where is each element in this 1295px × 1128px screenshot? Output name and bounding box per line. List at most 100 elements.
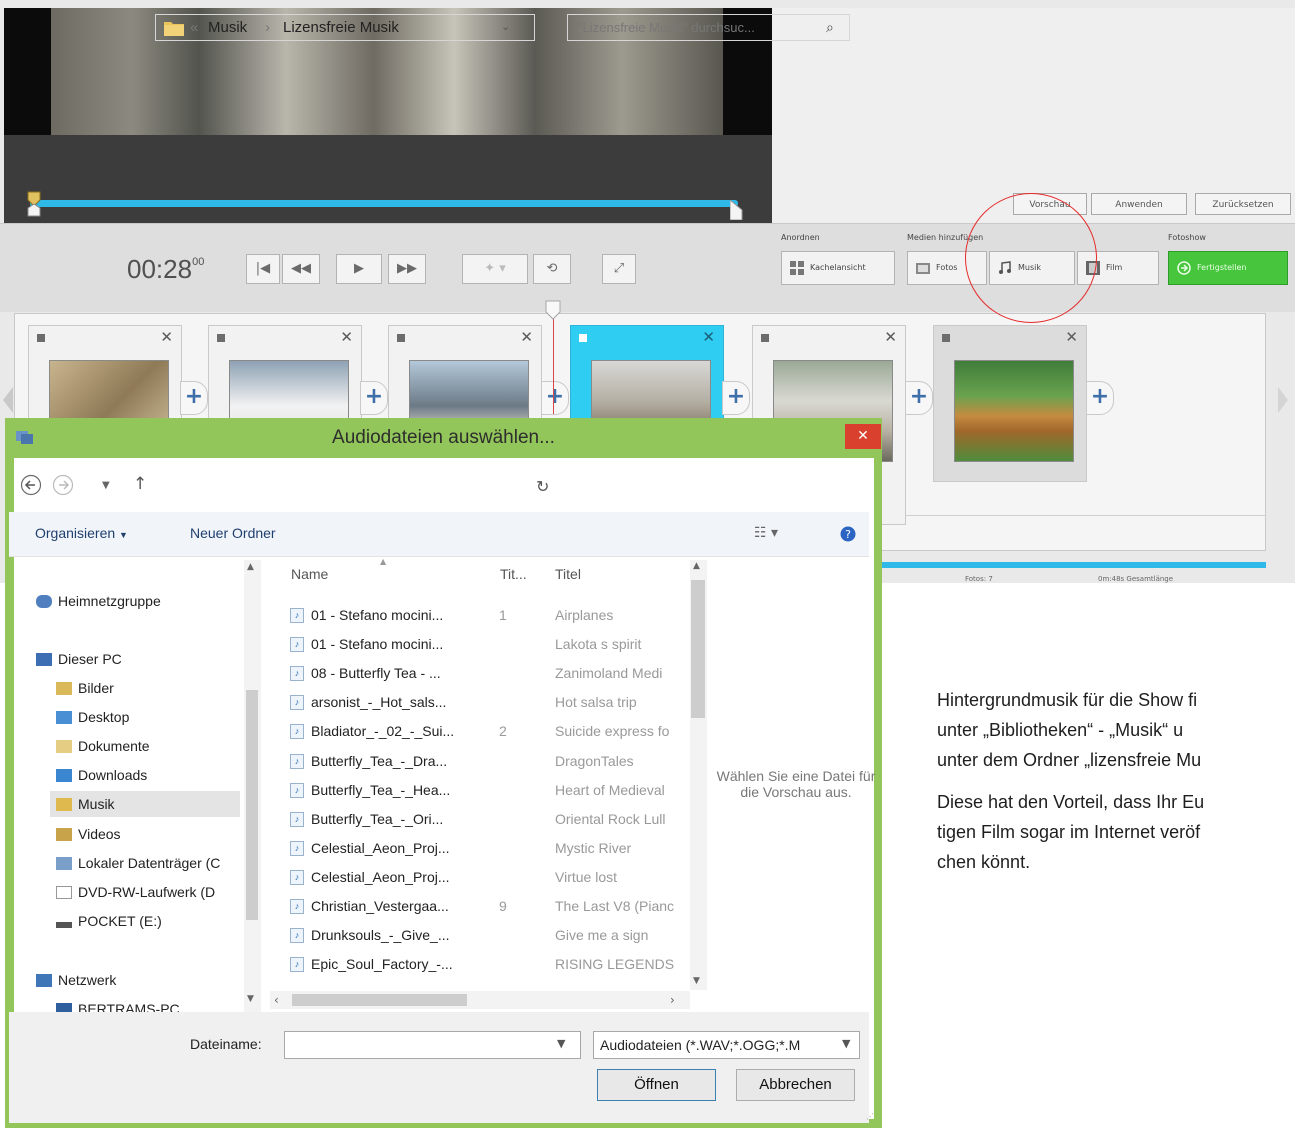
address-bar[interactable]: « Musik › Lizensfreie Musik ⌄ [155,14,535,41]
nav-item-network[interactable]: Netzwerk [36,972,116,988]
file-row[interactable]: ♪ 01 - Stefano mocini... Lakota s spirit [290,631,690,660]
recent-locations-chevron-icon[interactable]: ▼ [102,480,110,491]
file-name: Butterfly_Tea_-_Ori... [311,811,444,827]
file-list-scrollbar-thumb[interactable] [691,580,705,718]
view-options-icon[interactable]: ☷ ▾ [754,525,778,541]
close-icon[interactable]: ✕ [1065,328,1078,346]
fast-forward-button[interactable]: ▶▶ [388,254,426,284]
filter-dropdown-icon[interactable]: ▼ [842,1037,856,1050]
file-row[interactable]: ♪ 01 - Stefano mocini... 1 Airplanes [290,602,690,631]
nav-item-this-pc[interactable]: Dieser PC [36,651,122,667]
file-row[interactable]: ♪ Butterfly_Tea_-_Dra... DragonTales [290,748,690,777]
playback-progress-bar[interactable] [30,200,738,207]
column-header-track[interactable]: Tit... [500,566,527,582]
nav-item-bilder[interactable]: Bilder [56,680,114,696]
breadcrumb-lizensfreie-musik[interactable]: Lizensfreie Musik [283,15,399,40]
address-dropdown-icon[interactable]: ⌄ [501,15,510,40]
computer-icon [36,653,52,666]
up-arrow-icon[interactable]: ↑ [133,474,147,494]
file-row[interactable]: ♪ Bladiator_-_02_-_Sui... 2 Suicide express… [290,718,690,747]
file-row[interactable]: ♪ 08 - Butterfly Tea - ... Zanimoland Medi [290,660,690,689]
column-header-name[interactable]: Name [291,566,328,582]
new-folder-button[interactable]: Neuer Ordner [190,525,276,541]
close-icon[interactable]: ✕ [702,328,715,346]
file-row[interactable]: ♪ Butterfly_Tea_-_Hea... Heart of Medieval [290,777,690,806]
file-row[interactable]: ♪ Celestial_Aeon_Proj... Virtue lost [290,864,690,893]
file-row[interactable]: ♪ Butterfly_Tea_-_Ori... Oriental Rock Lul… [290,806,690,835]
scroll-up-icon[interactable]: ▲ [247,562,254,572]
file-row[interactable]: ♪ Christian_Vestergaa... 9 The Last V8 (Pia… [290,893,690,922]
scroll-down-icon[interactable]: ▼ [247,994,254,1004]
search-input[interactable]: "Lizensfreie Musik" durchsuc... ⌕ [567,14,850,41]
close-icon[interactable]: ✕ [520,328,533,346]
play-button[interactable]: ▶ [336,254,382,284]
column-header-title[interactable]: Titel [555,566,581,582]
timeline-card[interactable]: ✕ [933,325,1087,482]
reset-button[interactable]: Zurücksetzen [1195,193,1291,215]
nav-item-homegroup[interactable]: Heimnetzgruppe [36,593,161,609]
skip-start-button[interactable]: |◀ [246,254,280,284]
horizontal-scrollbar-thumb[interactable] [292,994,467,1006]
scroll-left-icon[interactable] [2,385,14,415]
fullscreen-icon[interactable]: ⤢ [602,254,636,284]
close-icon[interactable]: ✕ [884,328,897,346]
rewind-button[interactable]: ◀◀ [282,254,320,284]
file-row[interactable]: ♪ Celestial_Aeon_Proj... Mystic River [290,835,690,864]
nav-scrollbar-thumb[interactable] [246,690,258,920]
arrow-circle-icon [1177,261,1191,275]
file-row[interactable]: ♪ Epic_Soul_Factory_-... RISING LEGENDS [290,951,690,980]
checkbox[interactable] [37,334,45,342]
cancel-button[interactable]: Abbrechen [736,1069,855,1101]
forward-icon[interactable] [52,474,74,496]
help-icon[interactable]: ? [840,526,856,542]
close-icon[interactable]: ✕ [160,328,173,346]
organize-menu[interactable]: Organisieren ▼ [35,525,128,541]
scroll-right-icon[interactable] [1277,385,1289,415]
add-between-button[interactable]: + [1086,381,1114,415]
checkbox[interactable] [397,334,405,342]
filename-input[interactable] [284,1031,581,1059]
scroll-left-icon[interactable]: ‹ [274,993,279,1007]
search-icon[interactable]: ⌕ [826,15,834,40]
file-row[interactable]: ♪ Drunksouls_-_Give_... Give me a sign [290,922,690,951]
nav-item-desktop[interactable]: Desktop [56,709,129,725]
playhead-handle[interactable] [545,300,561,320]
checkbox[interactable] [579,334,587,342]
add-between-button[interactable]: + [180,381,208,415]
effects-button[interactable]: ✦ ▾ [462,254,528,284]
apply-button[interactable]: Anwenden [1091,193,1187,215]
back-icon[interactable] [20,474,42,496]
close-button[interactable]: ✕ [845,424,881,449]
scroll-up-icon[interactable]: ▲ [693,561,700,571]
progress-handle[interactable] [27,190,41,218]
add-between-button[interactable]: + [360,381,388,415]
rotate-icon[interactable]: ⟲ [533,254,571,284]
tile-view-icon [790,261,804,275]
refresh-icon[interactable]: ↻ [536,477,549,496]
finish-button[interactable]: Fertigstellen [1168,251,1288,285]
checkbox[interactable] [942,334,950,342]
resize-grip-icon[interactable]: ⋰ [866,1112,874,1121]
add-between-button[interactable]: + [905,381,933,415]
close-icon[interactable]: ✕ [340,328,353,346]
nav-item-videos[interactable]: Videos [56,826,121,842]
nav-item-musik[interactable]: Musik [56,796,115,812]
checkbox[interactable] [217,334,225,342]
file-row[interactable]: ♪ arsonist_-_Hot_sals... Hot salsa trip [290,689,690,718]
add-between-button[interactable]: + [541,381,569,415]
scroll-down-icon[interactable]: ▼ [693,976,700,986]
add-between-button[interactable]: + [722,381,750,415]
checkbox[interactable] [761,334,769,342]
folder-icon [164,22,184,36]
nav-item-dvd-drive[interactable]: DVD-RW-Laufwerk (D [56,884,215,900]
filename-dropdown-icon[interactable]: ▼ [557,1037,565,1050]
nav-item-downloads[interactable]: Downloads [56,767,147,783]
scroll-right-icon[interactable]: › [670,993,675,1007]
nav-item-local-disk[interactable]: Lokaler Datenträger (C [56,855,220,871]
open-button[interactable]: Öffnen [597,1069,716,1101]
breadcrumb-musik[interactable]: Musik [208,15,247,40]
nav-item-dokumente[interactable]: Dokumente [56,738,150,754]
nav-item-pocket[interactable]: POCKET (E:) [56,913,162,929]
file-type-filter[interactable]: Audiodateien (*.WAV;*.OGG;*.M [593,1031,860,1059]
tile-view-button[interactable]: Kachelansicht [781,251,895,285]
